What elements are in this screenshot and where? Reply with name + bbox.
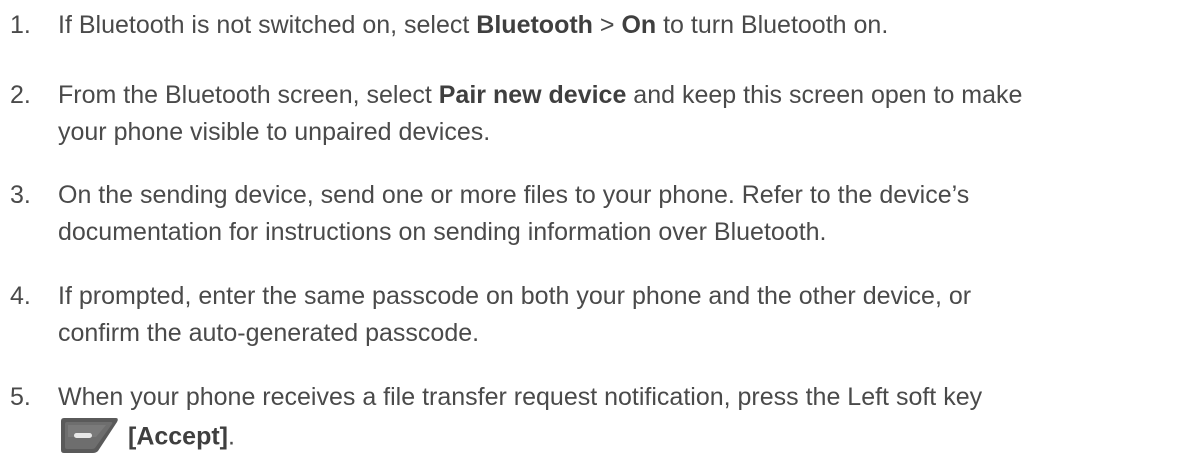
step-text: On the sending device, send one or more …	[58, 177, 1193, 251]
text-run: If prompted, enter the same passcode on …	[58, 282, 972, 310]
text-run: your phone visible to unpaired devices.	[58, 118, 491, 146]
bluetooth-label: Bluetooth	[476, 11, 593, 39]
text-run: and keep this screen open to make	[626, 81, 1023, 109]
text-run: If Bluetooth is not switched on, select	[58, 11, 477, 39]
text-run: documentation for instructions on sendin…	[58, 218, 827, 246]
step-text: From the Bluetooth screen, select Pair n…	[58, 77, 1193, 151]
left-soft-key-icon	[58, 415, 120, 455]
text-run: When your phone receives a file transfer…	[58, 383, 983, 411]
step-number: 3.	[10, 181, 31, 209]
step-text: When your phone receives a file transfer…	[58, 379, 1193, 458]
text-run: From the Bluetooth screen, select	[58, 81, 439, 109]
text-run: .	[228, 422, 235, 451]
accept-line: [Accept].	[58, 418, 1193, 458]
text-run: On the sending device, send one or more …	[58, 181, 970, 209]
accept-label: [Accept]	[128, 422, 229, 451]
step-text: If Bluetooth is not switched on, select …	[58, 7, 1193, 44]
step-number: 1.	[10, 11, 31, 39]
separator: >	[592, 11, 622, 39]
pair-new-device-label: Pair new device	[438, 81, 627, 109]
step-number: 5.	[10, 383, 31, 411]
step-text: If prompted, enter the same passcode on …	[58, 278, 1193, 352]
instruction-list: 1. If Bluetooth is not switched on, sele…	[0, 0, 1199, 468]
step-number: 2.	[10, 81, 31, 109]
text-run: confirm the auto-generated passcode.	[58, 319, 480, 347]
text-run: to turn Bluetooth on.	[656, 11, 889, 39]
on-label: On	[621, 11, 657, 39]
step-number: 4.	[10, 282, 31, 310]
